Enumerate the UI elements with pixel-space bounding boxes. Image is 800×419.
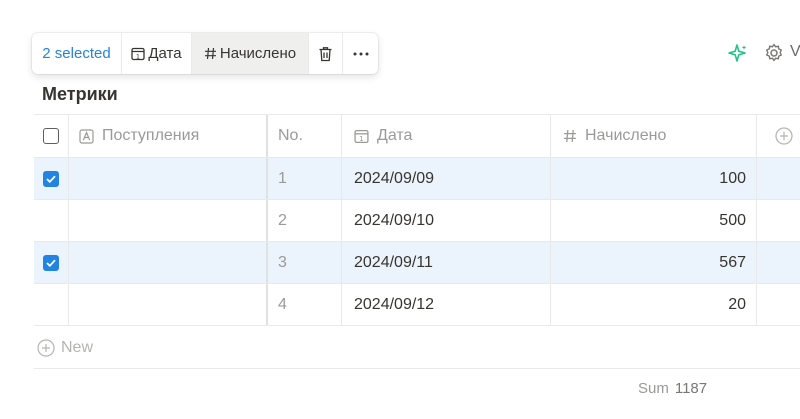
column-header-no-label: No.	[278, 127, 303, 144]
ai-sparkle-icon[interactable]	[727, 43, 749, 65]
row-checkbox-cell[interactable]	[34, 284, 69, 325]
row-checkbox-cell[interactable]	[34, 242, 69, 283]
row-checkbox[interactable]	[43, 254, 59, 271]
no-cell[interactable]: 2	[268, 200, 342, 241]
table-title: Метрики	[42, 84, 118, 104]
select-all-checkbox[interactable]	[43, 128, 59, 144]
date-cell[interactable]: 2024/09/11	[342, 242, 551, 283]
table-row[interactable]: 1 2024/09/09 100	[34, 158, 800, 200]
column-header-post[interactable]: Поступления	[69, 115, 268, 157]
trash-icon	[319, 46, 332, 61]
hash-icon	[204, 47, 216, 60]
check-icon	[46, 175, 56, 183]
row-checkbox[interactable]	[43, 170, 59, 187]
date-cell[interactable]: 2024/09/10	[342, 200, 551, 241]
nach-cell[interactable]: 20	[551, 284, 757, 325]
svg-text:1: 1	[359, 135, 363, 143]
table-row[interactable]: 3 2024/09/11 567	[34, 242, 800, 284]
calendar-icon: 1	[131, 47, 146, 60]
column-header-post-label: Поступления	[102, 127, 200, 144]
nach-property-label: Начислено	[219, 45, 297, 62]
sum-label: Sum	[638, 380, 669, 397]
row-checkbox-cell[interactable]	[34, 158, 69, 199]
date-cell[interactable]: 2024/09/09	[342, 158, 551, 199]
empty-cell	[757, 158, 800, 199]
text-property-icon	[79, 128, 94, 144]
nach-property-button[interactable]: Начислено	[192, 33, 309, 74]
table-row[interactable]: 2 2024/09/10 500	[34, 200, 800, 242]
post-cell[interactable]	[69, 158, 268, 199]
select-all-cell[interactable]	[34, 115, 69, 157]
post-cell[interactable]	[69, 242, 268, 283]
selected-count[interactable]: 2 selected	[32, 33, 122, 74]
column-header-date-label: Дата	[377, 127, 413, 144]
add-column-button[interactable]	[757, 115, 800, 157]
no-cell[interactable]: 1	[268, 158, 342, 199]
empty-cell	[757, 242, 800, 283]
delete-button[interactable]	[309, 33, 343, 74]
row-checkbox-cell[interactable]	[34, 200, 69, 241]
plus-circle-icon	[37, 338, 55, 357]
nach-cell[interactable]: 567	[551, 242, 757, 283]
post-cell[interactable]	[69, 284, 268, 325]
hash-icon	[564, 130, 576, 142]
column-sum[interactable]: Sum 1187	[638, 380, 707, 397]
empty-cell	[757, 284, 800, 325]
date-property-button[interactable]: 1 Дата	[122, 33, 192, 74]
more-icon	[353, 52, 368, 55]
more-button[interactable]	[343, 33, 378, 74]
empty-cell	[757, 200, 800, 241]
calendar-icon: 1	[354, 129, 369, 143]
gear-icon[interactable]	[763, 42, 785, 64]
no-cell[interactable]: 3	[268, 242, 342, 283]
nach-cell[interactable]: 100	[551, 158, 757, 199]
no-cell[interactable]: 4	[268, 284, 342, 325]
view-label[interactable]: V	[790, 43, 800, 61]
date-property-label: Дата	[148, 45, 182, 62]
column-header-nach[interactable]: Начислено	[551, 115, 757, 157]
column-header-no[interactable]: No.	[268, 115, 342, 157]
add-row-button[interactable]: New	[34, 327, 800, 369]
table-row[interactable]: 4 2024/09/12 20	[34, 284, 800, 326]
add-row-label: New	[61, 338, 94, 356]
post-cell[interactable]	[69, 200, 268, 241]
check-icon	[46, 259, 56, 267]
nach-cell[interactable]: 500	[551, 200, 757, 241]
date-cell[interactable]: 2024/09/12	[342, 284, 551, 325]
selection-toolbar: 2 selected 1 Дата Начислено	[32, 33, 378, 74]
column-header-nach-label: Начислено	[585, 127, 667, 144]
table-header: Поступления No. 1 Дата Начислено	[34, 114, 800, 158]
svg-text:1: 1	[136, 52, 140, 60]
column-header-date[interactable]: 1 Дата	[342, 115, 551, 157]
plus-circle-icon	[775, 127, 793, 145]
sum-value: 1187	[674, 380, 708, 397]
